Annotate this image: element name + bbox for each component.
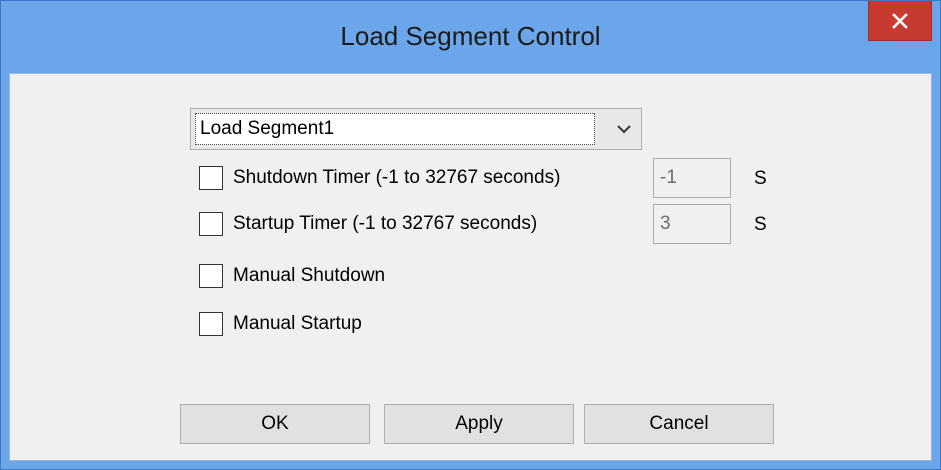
manual-startup-option[interactable]: Manual Startup (199, 306, 362, 342)
shutdown-timer-checkbox[interactable] (199, 166, 223, 190)
title-bar[interactable]: Load Segment Control (1, 1, 940, 73)
startup-timer-checkbox[interactable] (199, 212, 223, 236)
manual-startup-label: Manual Startup (233, 313, 362, 334)
shutdown-timer-label: Shutdown Timer (-1 to 32767 seconds) (233, 167, 561, 188)
ok-button[interactable]: OK (180, 404, 370, 444)
dialog-window: Load Segment Control Load Segment1 Shutd… (0, 0, 941, 470)
close-button[interactable] (868, 1, 932, 41)
cancel-button[interactable]: Cancel (584, 404, 774, 444)
manual-shutdown-label: Manual Shutdown (233, 265, 386, 286)
apply-button[interactable]: Apply (384, 404, 574, 444)
startup-timer-unit: S (754, 214, 767, 235)
startup-timer-label: Startup Timer (-1 to 32767 seconds) (233, 213, 538, 234)
dialog-body: Load Segment1 Shutdown Timer (-1 to 3276… (9, 73, 932, 461)
window-title: Load Segment Control (340, 21, 601, 51)
startup-timer-option[interactable]: Startup Timer (-1 to 32767 seconds) (199, 206, 537, 242)
startup-timer-field[interactable]: 3 (653, 204, 731, 244)
shutdown-timer-unit: S (754, 168, 767, 189)
load-segment-dropdown[interactable]: Load Segment1 (190, 108, 642, 150)
manual-shutdown-checkbox[interactable] (199, 264, 223, 288)
close-icon (892, 12, 908, 29)
manual-shutdown-option[interactable]: Manual Shutdown (199, 258, 385, 294)
shutdown-timer-option[interactable]: Shutdown Timer (-1 to 32767 seconds) (199, 160, 560, 196)
load-segment-dropdown-value: Load Segment1 (195, 113, 595, 145)
shutdown-timer-field[interactable]: -1 (653, 158, 731, 198)
chevron-down-icon[interactable] (613, 119, 635, 139)
manual-startup-checkbox[interactable] (199, 312, 223, 336)
